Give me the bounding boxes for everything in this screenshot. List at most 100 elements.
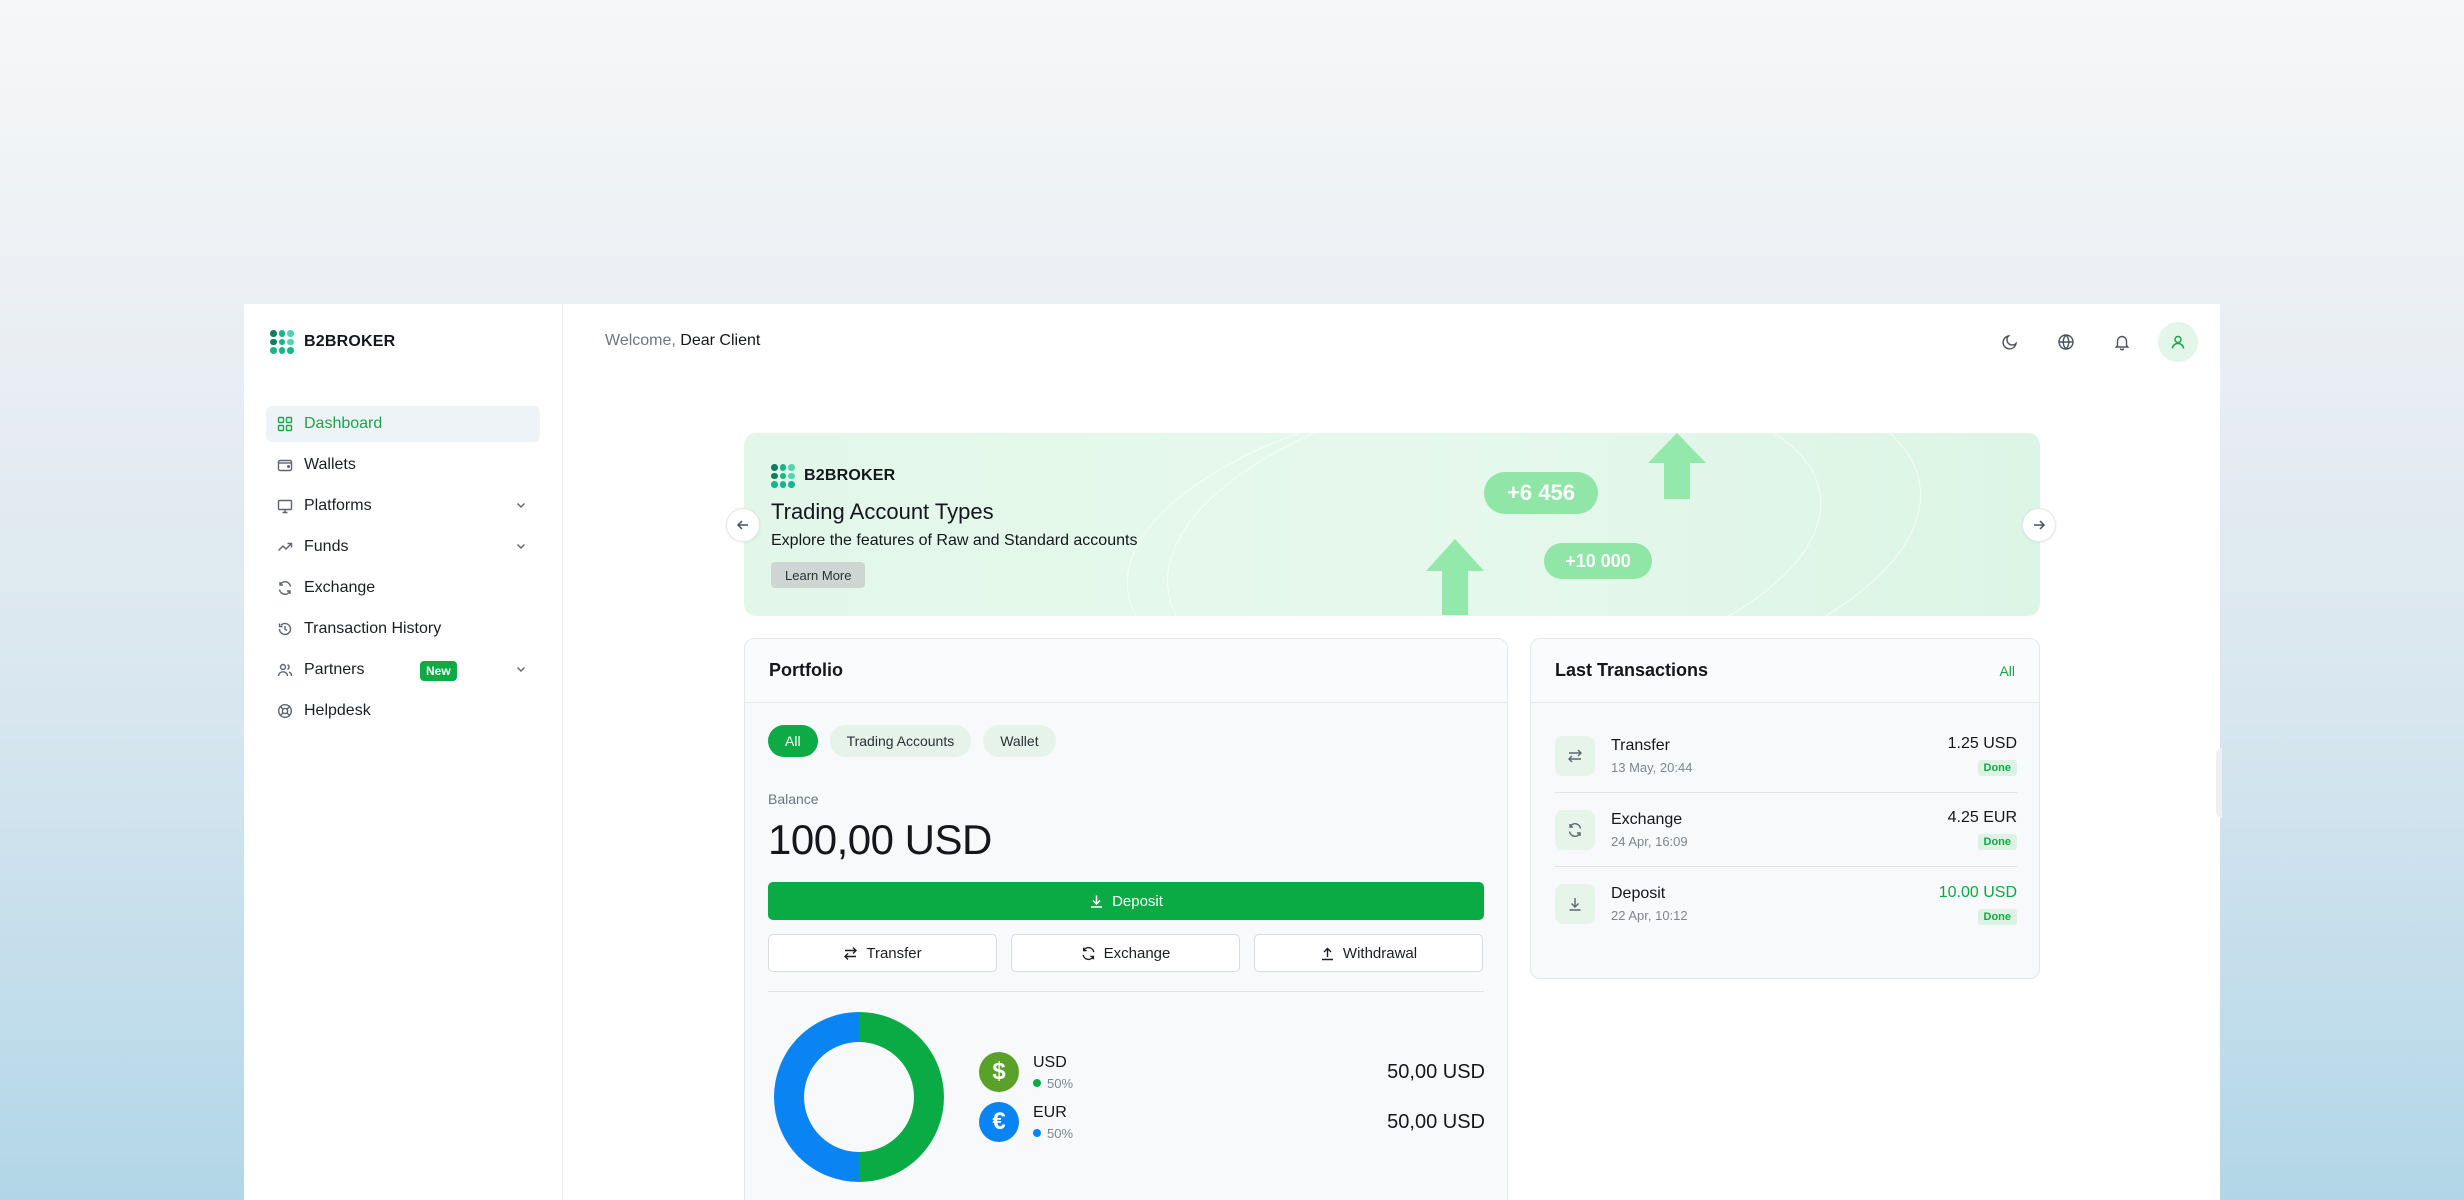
brand-name: B2BROKER xyxy=(304,333,396,350)
user-icon[interactable] xyxy=(2158,322,2198,362)
deposit-label: Deposit xyxy=(1112,892,1163,910)
transaction-type: Exchange xyxy=(1611,810,1683,828)
side-drawer-handle[interactable] xyxy=(2216,748,2222,818)
upload-icon xyxy=(1321,947,1333,960)
legend-dot xyxy=(1033,1129,1041,1137)
divider xyxy=(768,991,1484,992)
transaction-row[interactable]: Transfer 13 May, 20:44 1.25 USD Done xyxy=(1555,719,2017,793)
carousel-next-button[interactable] xyxy=(2022,508,2056,542)
legend-dot xyxy=(1033,1079,1041,1087)
history-icon xyxy=(276,620,294,638)
banner-stat-pill: +10 000 xyxy=(1544,543,1652,579)
chevron-down-icon xyxy=(517,667,525,672)
users-icon xyxy=(276,661,294,679)
sidebar-nav: Dashboard Wallets Platforms Funds Exchan… xyxy=(266,406,540,734)
wallet-icon xyxy=(276,456,294,474)
status-badge: Done xyxy=(1977,834,2017,850)
bell-icon[interactable] xyxy=(2102,322,2142,362)
sidebar-item-partners[interactable]: Partners New xyxy=(266,652,540,688)
arrow-left-icon xyxy=(736,520,748,530)
chevron-down-icon xyxy=(517,544,525,549)
sidebar-item-wallets[interactable]: Wallets xyxy=(266,447,540,483)
welcome-text: Welcome, Dear Client xyxy=(605,332,760,350)
filter-chip-trading-accounts[interactable]: Trading Accounts xyxy=(829,725,972,757)
withdrawal-button[interactable]: Withdrawal xyxy=(1254,934,1483,972)
exchange-label: Exchange xyxy=(1103,944,1171,962)
asset-row-usd[interactable]: $ USD 50% 50,00 USD xyxy=(979,1052,1485,1092)
asset-code: EUR xyxy=(1033,1103,1067,1121)
transfer-icon xyxy=(844,946,858,960)
portfolio-filters: All Trading Accounts Wallet xyxy=(768,725,1056,757)
globe-icon[interactable] xyxy=(2046,322,2086,362)
arrow-up-icon xyxy=(1426,539,1484,615)
sidebar-item-transaction-history[interactable]: Transaction History xyxy=(266,611,540,647)
brand-logo[interactable]: B2BROKER xyxy=(270,330,395,354)
transaction-amount: 10.00 USD xyxy=(1938,883,2017,901)
banner-decoration xyxy=(1144,433,1944,616)
exchange-button[interactable]: Exchange xyxy=(1011,934,1240,972)
banner-stat-pill: +6 456 xyxy=(1484,472,1598,514)
portfolio-card: Portfolio All Trading Accounts Wallet Ba… xyxy=(744,638,1508,1200)
carousel-prev-button[interactable] xyxy=(726,508,760,542)
sidebar-item-label: Helpdesk xyxy=(304,702,371,719)
transaction-amount: 1.25 USD xyxy=(1947,735,2017,752)
logo-mark-icon xyxy=(270,330,294,354)
moon-icon[interactable] xyxy=(1990,322,2030,362)
withdrawal-label: Withdrawal xyxy=(1342,944,1418,962)
lifebuoy-icon xyxy=(276,702,294,720)
transfer-button[interactable]: Transfer xyxy=(768,934,997,972)
chevron-down-icon xyxy=(517,503,525,508)
asset-percent: 50% xyxy=(1033,1126,1073,1141)
asset-percent: 50% xyxy=(1033,1076,1073,1091)
sidebar-item-platforms[interactable]: Platforms xyxy=(266,488,540,524)
transaction-date: 22 Apr, 10:12 xyxy=(1611,908,1688,923)
trending-up-icon xyxy=(276,538,294,556)
sidebar-item-funds[interactable]: Funds xyxy=(266,529,540,565)
sidebar-item-label: Wallets xyxy=(304,456,356,473)
transaction-type: Transfer xyxy=(1611,736,1670,754)
asset-percent-value: 50% xyxy=(1047,1075,1074,1091)
transaction-row[interactable]: Exchange 24 Apr, 16:09 4.25 EUR Done xyxy=(1555,793,2017,867)
refresh-icon xyxy=(1082,946,1095,960)
dollar-coin-icon: $ xyxy=(979,1052,1019,1092)
balance-value: 100,00 USD xyxy=(768,816,992,863)
allocation-donut-chart xyxy=(774,1012,944,1182)
all-transactions-link[interactable]: All xyxy=(1999,663,2015,679)
banner-brand-name: B2BROKER xyxy=(804,467,896,484)
sidebar-item-helpdesk[interactable]: Helpdesk xyxy=(266,693,540,729)
exchange-icon xyxy=(1555,809,1595,850)
welcome-prefix: Welcome, xyxy=(605,332,676,349)
asset-amount: 50,00 USD xyxy=(1387,1110,1485,1133)
donut-slice-eur xyxy=(774,1012,860,1182)
transfer-label: Transfer xyxy=(866,944,922,962)
portfolio-actions: Transfer Exchange Withdrawal xyxy=(768,934,1483,972)
transaction-date: 13 May, 20:44 xyxy=(1611,759,1693,775)
portfolio-title: Portfolio xyxy=(745,639,1507,703)
transaction-date: 24 Apr, 16:09 xyxy=(1611,833,1688,849)
arrow-right-icon xyxy=(2034,520,2046,530)
transactions-title: Last Transactions xyxy=(1555,660,1709,680)
logo-mark-icon xyxy=(771,464,795,488)
asset-row-eur[interactable]: € EUR 50% 50,00 USD xyxy=(979,1102,1485,1142)
sidebar-item-label: Dashboard xyxy=(304,415,383,432)
transactions-header: Last Transactions All xyxy=(1531,639,2039,703)
asset-amount: 50,00 USD xyxy=(1387,1060,1485,1083)
deposit-button[interactable]: Deposit xyxy=(768,882,1484,920)
sidebar-item-dashboard[interactable]: Dashboard xyxy=(266,406,540,442)
sidebar-item-label: Funds xyxy=(304,538,349,555)
transaction-row[interactable]: Deposit 22 Apr, 10:12 10.00 USD Done xyxy=(1555,867,2017,941)
refresh-icon xyxy=(276,579,294,597)
sidebar-item-label: Platforms xyxy=(304,497,372,514)
sidebar-item-exchange[interactable]: Exchange xyxy=(266,570,540,606)
sidebar-item-label: Transaction History xyxy=(304,620,442,637)
top-header: Welcome, Dear Client xyxy=(563,304,2220,380)
filter-chip-wallet[interactable]: Wallet xyxy=(983,725,1056,757)
filter-chip-all[interactable]: All xyxy=(768,725,818,757)
arrow-up-icon xyxy=(1648,433,1706,499)
learn-more-button[interactable]: Learn More xyxy=(771,562,866,588)
transaction-amount: 4.25 EUR xyxy=(1947,809,2017,826)
euro-coin-icon: € xyxy=(979,1102,1019,1142)
asset-percent-value: 50% xyxy=(1047,1125,1074,1141)
app-window: B2BROKER Dashboard Wallets Platforms Fun… xyxy=(244,304,2220,1200)
welcome-name: Dear Client xyxy=(680,332,761,349)
